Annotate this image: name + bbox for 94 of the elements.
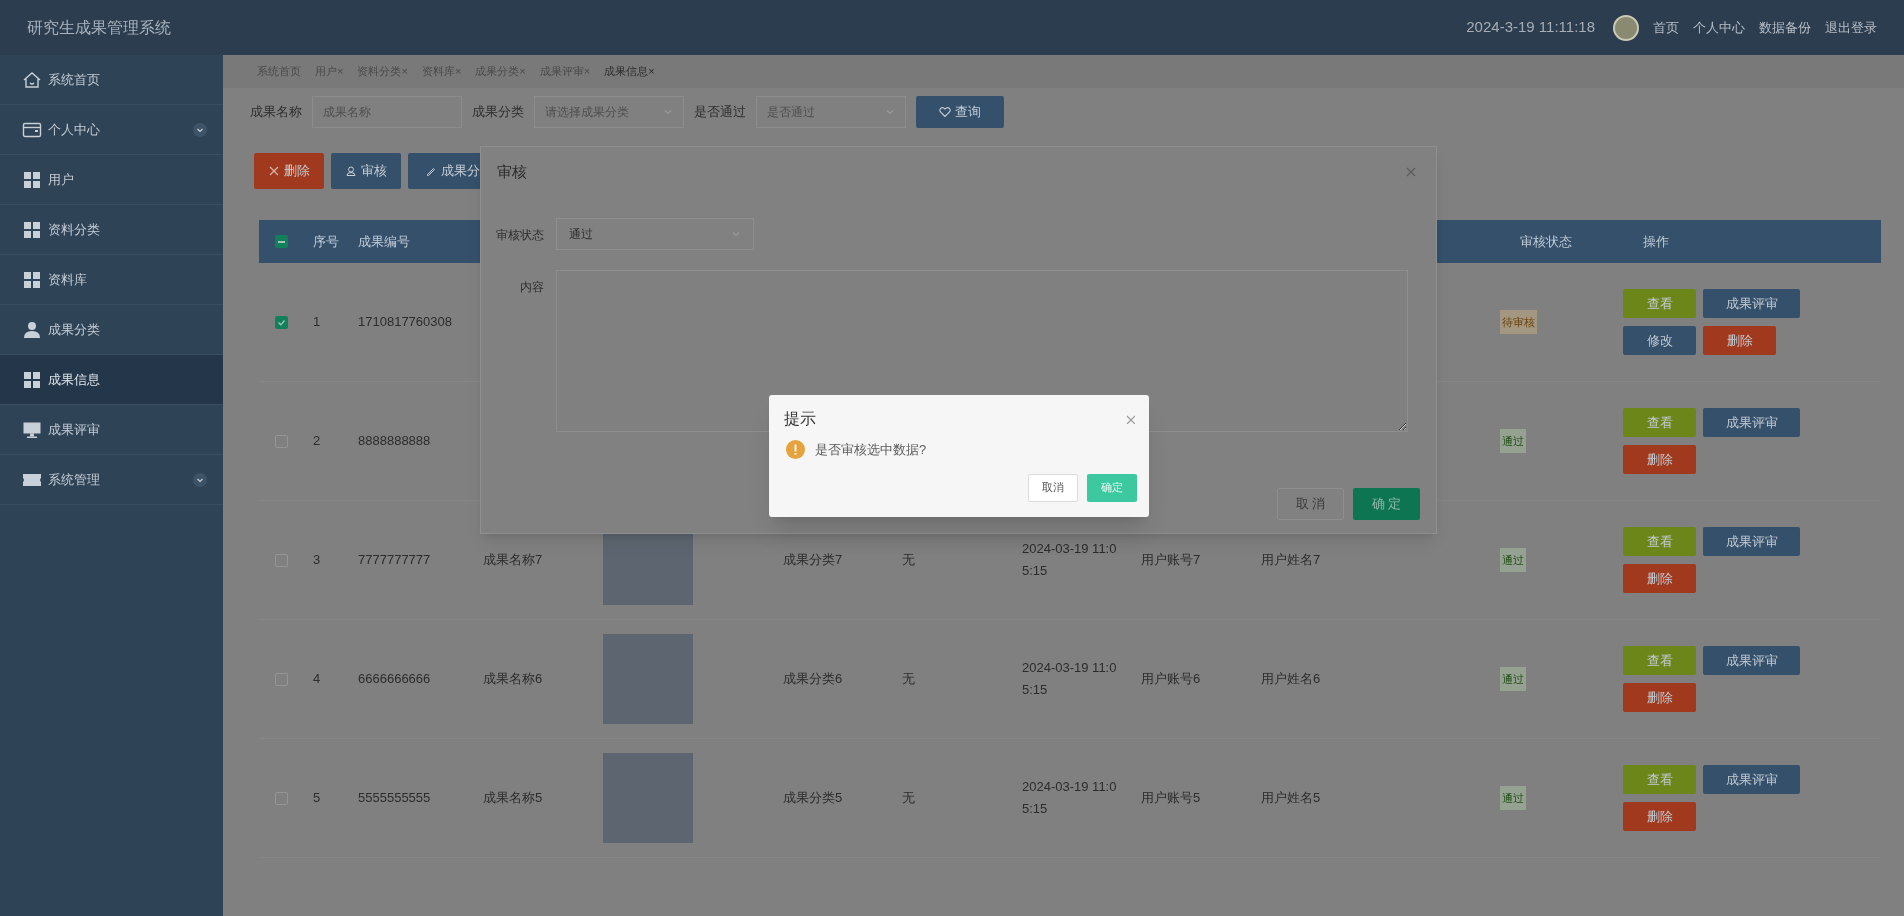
column-header: 序号 <box>312 232 340 251</box>
table-cell: 2024-03-19 11:05:15 <box>1022 779 1117 816</box>
select-field[interactable]: 通过 <box>556 217 754 250</box>
warning-icon <box>786 440 805 460</box>
field-label: 成果分类 <box>472 103 524 122</box>
table-cell: 2024-03-19 11:05:15 <box>1022 541 1117 578</box>
app-title: 研究生成果管理系统 <box>27 17 171 38</box>
search-button[interactable]: 查询 <box>916 96 1004 128</box>
toolbar-button[interactable]: 删除 <box>254 153 324 189</box>
action-button[interactable]: 成果评审 <box>1703 289 1800 318</box>
table-cell: 用户姓名7 <box>1261 552 1321 568</box>
action-button[interactable]: 查看 <box>1623 527 1696 556</box>
action-button[interactable]: 删除 <box>1623 564 1696 593</box>
dialog-title: 审核 <box>497 162 527 182</box>
row-checkbox[interactable] <box>274 315 288 329</box>
table-cell: 成果分类7 <box>783 552 843 568</box>
dialog-button[interactable]: 取消 <box>1028 473 1078 502</box>
table-cell: 无 <box>902 790 915 806</box>
avatar-icon[interactable] <box>1613 14 1639 41</box>
grid-icon <box>22 369 42 390</box>
table-cell: 8888888888 <box>358 433 431 449</box>
action-button[interactable]: 成果评审 <box>1703 765 1800 794</box>
table-cell: 成果名称6 <box>483 671 543 687</box>
action-button[interactable]: 删除 <box>1623 445 1696 474</box>
header-link[interactable]: 数据备份 <box>1759 17 1811 38</box>
table-cell: 2024-03-19 11:05:15 <box>1022 660 1117 697</box>
datetime: 2024-3-19 11:11:18 <box>1466 17 1595 38</box>
table-cell: 用户姓名5 <box>1261 790 1321 806</box>
action-button[interactable]: 查看 <box>1623 646 1696 675</box>
table-cell: 无 <box>902 671 915 687</box>
header-link[interactable]: 首页 <box>1653 17 1679 38</box>
field-label: 成果名称 <box>250 103 302 122</box>
table-cell: 5555555555 <box>358 790 431 806</box>
action-button[interactable]: 查看 <box>1623 289 1696 318</box>
close-icon <box>1126 414 1135 424</box>
home-icon <box>22 69 42 90</box>
nav-tab[interactable]: 成果信息× <box>604 63 655 80</box>
action-button[interactable]: 修改 <box>1623 326 1696 355</box>
table-cell: 成果分类5 <box>783 790 843 806</box>
table-cell: 用户账号6 <box>1141 671 1201 687</box>
close-icon <box>1406 167 1416 178</box>
action-button[interactable]: 删除 <box>1703 326 1776 355</box>
dialog-button[interactable]: 取 消 <box>1277 487 1344 520</box>
sidebar-item[interactable]: 成果信息 <box>0 355 223 405</box>
table-cell: 成果名称7 <box>483 552 543 568</box>
table-cell: 7777777777 <box>358 552 431 568</box>
person-icon <box>345 166 356 176</box>
status-badge: 通过 <box>1500 548 1526 573</box>
status-badge: 通过 <box>1500 786 1526 811</box>
table-cell: 3 <box>313 552 321 568</box>
column-header: 审核状态 <box>1519 232 1573 251</box>
table-cell: 用户账号7 <box>1141 552 1201 568</box>
close-icon <box>268 166 279 176</box>
check-icon <box>276 317 286 327</box>
grid-icon <box>22 269 42 290</box>
field-label: 内容 <box>519 278 545 296</box>
action-button[interactable]: 查看 <box>1623 765 1696 794</box>
field-label: 审核状态 <box>495 226 545 244</box>
table-cell: 无 <box>902 552 915 568</box>
table-cell: 6666666666 <box>358 671 431 687</box>
action-button[interactable]: 成果评审 <box>1703 408 1800 437</box>
grid-icon <box>22 219 42 240</box>
column-header: 成果编号 <box>357 232 411 251</box>
status-badge: 通过 <box>1500 429 1526 454</box>
select-all-checkbox[interactable] <box>274 235 288 248</box>
table-cell: 1710817760308 <box>358 314 452 330</box>
person-icon <box>22 319 42 340</box>
dialog-button[interactable]: 确 定 <box>1353 487 1420 520</box>
action-button[interactable]: 成果评审 <box>1703 527 1800 556</box>
field-label: 是否通过 <box>694 103 746 122</box>
dialog-title: 提示 <box>784 409 816 429</box>
header-link[interactable]: 退出登录 <box>1825 17 1877 38</box>
table-cell: 2 <box>313 433 321 449</box>
header-link[interactable]: 个人中心 <box>1693 17 1745 38</box>
grid-icon <box>22 169 42 190</box>
action-button[interactable]: 删除 <box>1623 683 1696 712</box>
table-cell: 5 <box>313 790 321 806</box>
pencil-icon <box>426 166 436 176</box>
status-badge: 通过 <box>1500 667 1526 692</box>
content-textarea[interactable] <box>556 269 1408 432</box>
column-header: 操作 <box>1642 232 1670 251</box>
table-cell: 用户账号5 <box>1141 790 1201 806</box>
table-cell: 成果分类6 <box>783 671 843 687</box>
table-cell: 4 <box>313 671 321 687</box>
action-button[interactable]: 成果评审 <box>1703 646 1800 675</box>
dialog-message: 是否审核选中数据? <box>815 441 927 459</box>
toolbar-button[interactable]: 审核 <box>331 153 401 189</box>
table-cell: 用户姓名6 <box>1261 671 1321 687</box>
action-button[interactable]: 查看 <box>1623 408 1696 437</box>
heart-icon <box>939 106 951 118</box>
table-cell: 1 <box>313 314 321 330</box>
action-button[interactable]: 删除 <box>1623 802 1696 831</box>
status-badge: 待审核 <box>1500 310 1537 335</box>
table-cell: 成果名称5 <box>483 790 543 806</box>
